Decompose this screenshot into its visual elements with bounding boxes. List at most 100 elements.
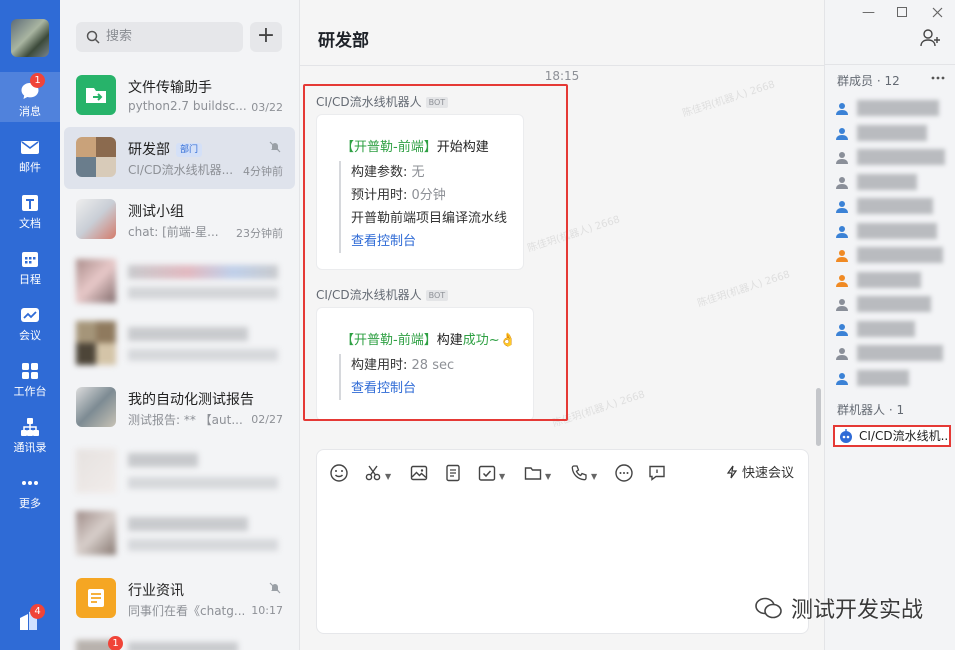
blurred-text [128,477,278,489]
blurred-member-name [857,345,943,361]
blurred-member-name [857,247,943,263]
rail-item-docs[interactable]: 文档 [0,184,60,234]
folder-arrow-icon [86,88,106,103]
grid-apps-icon [22,363,38,379]
add-button[interactable]: + [250,22,282,52]
chat-panel: 研发部 18:15 陈佳玥(机器人) 2668 陈佳玥(机器人) 2668 陈佳… [300,0,897,650]
conversation-item[interactable]: 行业资讯 同事们在看《chatg... 10:17 [64,568,295,630]
member-item[interactable] [835,271,945,290]
person-icon [836,348,848,360]
document-icon[interactable] [443,463,463,483]
maximize-icon[interactable] [897,7,907,17]
conversation-item-blurred[interactable] [64,441,295,503]
conversation-title: 我的自动化测试报告 [128,392,254,408]
conversation-title: 测试小组 [128,204,184,220]
person-icon [836,299,848,311]
member-item[interactable] [835,247,945,265]
person-icon [836,127,848,140]
rail-bottom-app[interactable]: 4 [17,604,45,632]
person-icon [836,152,848,164]
rail-item-more[interactable]: 更多 [0,464,60,514]
member-item[interactable] [835,320,945,339]
unread-badge: 1 [30,73,45,88]
scissors-tool[interactable]: ▼ [363,463,391,487]
blurred-member-name [857,320,915,337]
folder-icon [524,467,542,480]
call-tool[interactable]: ▼ [569,463,597,487]
members-more-icon[interactable] [931,76,945,80]
department-tag: 部门 [176,143,203,157]
todo-tool[interactable]: ▼ [477,463,505,487]
close-icon[interactable] [932,7,943,18]
user-avatar[interactable] [11,19,49,57]
conversation-snippet: 测试报告: ** 【aut... [128,413,243,427]
search-input[interactable]: 搜索 [76,22,243,52]
member-item[interactable] [835,198,945,216]
blurred-text [128,265,278,279]
more-circle-icon[interactable] [614,463,634,483]
conversation-item-blurred[interactable] [64,313,295,375]
rail-item-mail[interactable]: 邮件 [0,128,60,178]
person-icon [836,176,848,189]
news-doc-icon [88,589,104,607]
conversation-item[interactable]: 测试小组 chat: [前端-星... 23分钟前 [64,189,295,251]
member-item[interactable] [835,222,945,241]
blurred-member-name [857,149,945,165]
conversation-item[interactable]: 文件传输助手 python2.7 buildsc... 03/22 [64,65,295,127]
conversation-snippet: CI/CD流水线机器... [128,163,234,177]
quote-message-icon[interactable] [647,463,667,483]
conversation-time: 03/22 [251,101,283,114]
blurred-member-name [857,369,909,386]
apps-badge: 4 [30,604,45,619]
mail-icon [21,141,39,154]
rail-item-contacts[interactable]: 通讯录 [0,408,60,458]
conversation-item-selected[interactable]: 研发部 部门 CI/CD流水线机器... 4分钟前 [64,127,295,189]
members-header: 群成员 · 12 [837,74,900,88]
conversation-time: 23分钟前 [236,227,283,240]
person-icon [836,372,848,385]
person-icon [836,225,848,238]
quick-meeting-button[interactable]: 快速会议 [726,462,794,481]
rail-item-workbench[interactable]: 工作台 [0,352,60,402]
blurred-text [128,453,198,467]
conversation-time: 4分钟前 [243,165,283,178]
member-item[interactable] [835,369,945,388]
folder-tool[interactable]: ▼ [523,463,551,487]
dropdown-caret: ▼ [591,472,598,481]
conversation-item[interactable]: 我的自动化测试报告 测试报告: ** 【aut... 02/27 [64,377,295,439]
rail-item-calendar[interactable]: 日程 [0,240,60,290]
member-item[interactable] [835,296,945,314]
member-item[interactable] [835,149,945,167]
member-item[interactable] [835,173,945,192]
conversation-item-blurred[interactable] [64,251,295,313]
member-item[interactable] [835,100,945,118]
conversation-item-blurred[interactable] [64,503,295,565]
blurred-text [128,349,278,361]
org-chart-icon [21,418,39,436]
checkbox-icon [478,465,496,481]
blurred-text [128,642,238,650]
blurred-member-name [857,222,937,239]
member-item[interactable] [835,345,945,363]
more-dots-icon [22,481,38,485]
blurred-text [128,327,248,341]
member-item[interactable] [835,124,945,143]
message-composer[interactable]: ▼ ▼ ▼ ▼ 快速会议 [316,449,809,634]
left-nav-rail: 消息 1 邮件 文档 日程 会议 工作台 通讯录 更多 4 [0,0,60,650]
blurred-avatar [76,321,116,365]
conversation-item-partial[interactable]: 1 [64,632,295,650]
person-icon [836,250,848,262]
robot-item[interactable]: CI/CD流水线机... [833,425,951,447]
chat-scrollbar[interactable] [816,388,821,446]
meeting-icon [21,308,39,322]
conversation-time: 10:17 [251,604,283,617]
image-icon[interactable] [409,463,429,483]
minimize-button[interactable]: — [862,5,875,20]
emoji-icon[interactable] [329,463,349,483]
wechat-logo-icon [755,597,782,619]
file-transfer-avatar [76,75,116,115]
rail-item-messages[interactable]: 消息 1 [0,72,60,122]
conversation-snippet: 同事们在看《chatg... [128,604,246,618]
add-member-icon[interactable] [919,28,941,48]
rail-item-meeting[interactable]: 会议 [0,296,60,346]
